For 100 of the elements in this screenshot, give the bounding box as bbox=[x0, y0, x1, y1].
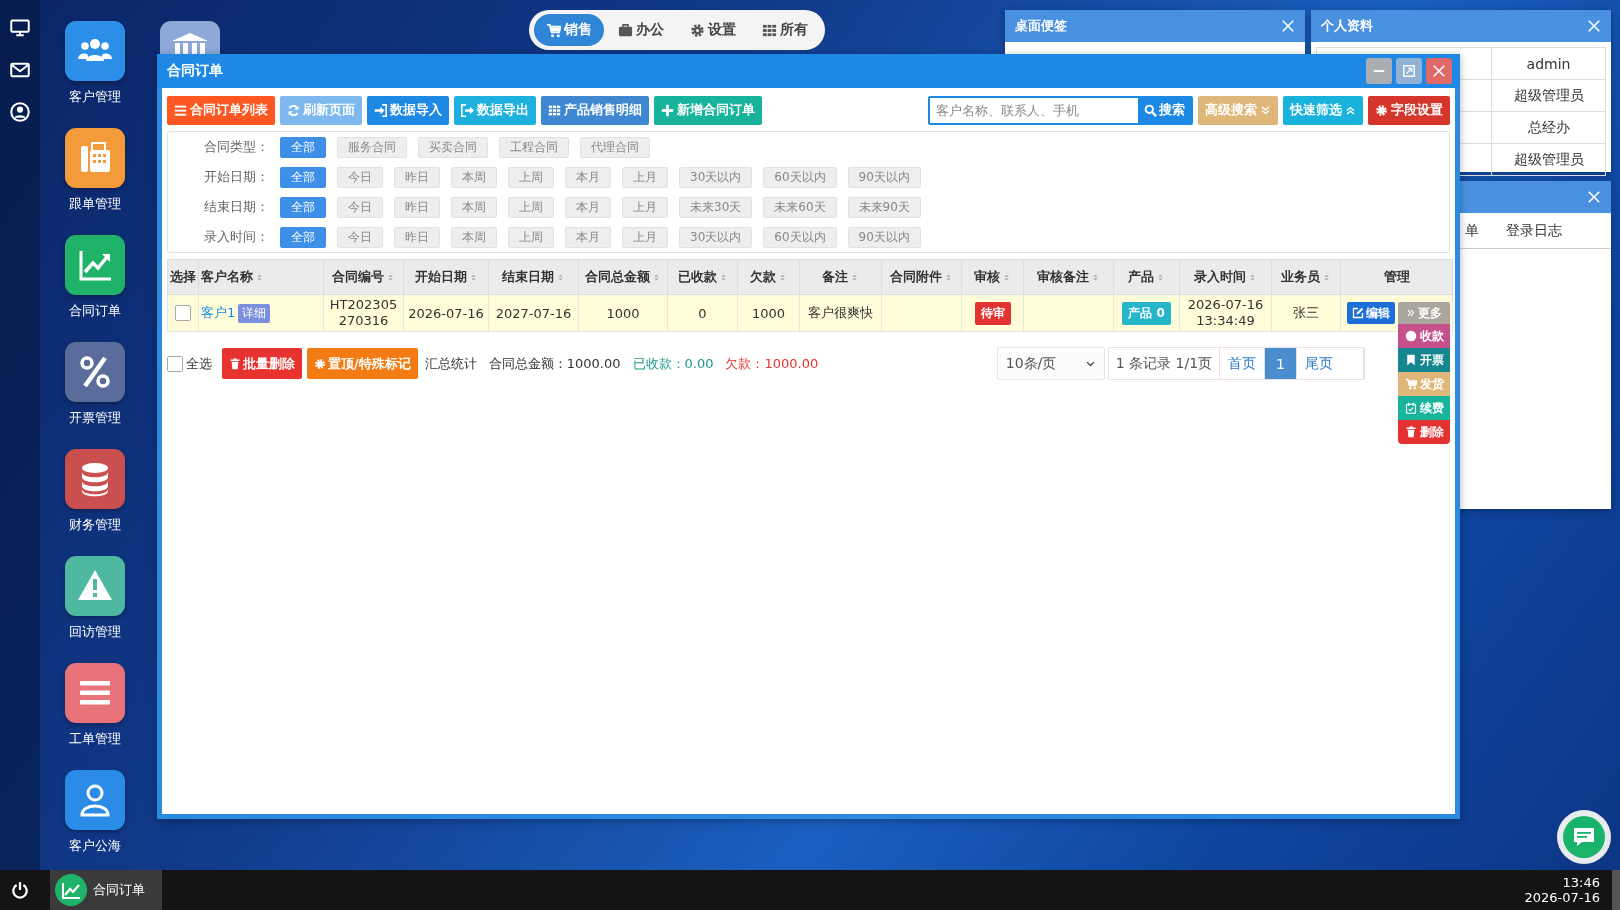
chat-button[interactable] bbox=[1557, 810, 1611, 864]
filter-option[interactable]: 全部 bbox=[280, 166, 326, 188]
filter-option[interactable]: 30天以内 bbox=[679, 166, 753, 188]
app-tile[interactable] bbox=[65, 342, 125, 402]
app-label[interactable]: 合同订单 bbox=[69, 302, 121, 320]
checkbox[interactable] bbox=[167, 355, 183, 372]
menu-tab[interactable]: 办公 bbox=[606, 14, 676, 46]
filter-option[interactable]: 未来30天 bbox=[679, 196, 753, 218]
filter-option[interactable]: 本周 bbox=[451, 166, 497, 188]
app-label[interactable]: 财务管理 bbox=[69, 516, 121, 534]
filter-option[interactable]: 未来90天 bbox=[847, 196, 921, 218]
filter-option[interactable]: 本周 bbox=[451, 226, 497, 248]
page-size-select[interactable]: 10条/页 bbox=[996, 347, 1105, 380]
app-tile[interactable] bbox=[160, 21, 220, 54]
app-label[interactable]: 客户公海 bbox=[69, 837, 121, 855]
filter-option[interactable]: 90天以内 bbox=[847, 226, 921, 248]
menu-item[interactable]: 开票 bbox=[1398, 348, 1450, 372]
toolbar-button[interactable]: 快速筛选 bbox=[1283, 95, 1363, 125]
filter-option[interactable]: 未来60天 bbox=[763, 196, 837, 218]
toolbar-button[interactable]: 数据导出 bbox=[454, 95, 536, 125]
toolbar-button[interactable]: 合同订单列表 bbox=[167, 95, 275, 125]
mail-icon[interactable] bbox=[10, 60, 30, 80]
page-link[interactable]: 1 bbox=[1265, 348, 1297, 379]
toolbar-button[interactable]: 刷新页面 bbox=[280, 95, 362, 125]
filter-option[interactable]: 全部 bbox=[280, 136, 326, 158]
app-tile[interactable] bbox=[65, 21, 125, 81]
filter-option[interactable]: 30天以内 bbox=[679, 226, 753, 248]
filter-option[interactable]: 今日 bbox=[337, 196, 383, 218]
filter-option[interactable]: 本周 bbox=[451, 196, 497, 218]
filter-option[interactable]: 全部 bbox=[280, 196, 326, 218]
app-tile[interactable] bbox=[65, 128, 125, 188]
filter-option[interactable]: 今日 bbox=[337, 226, 383, 248]
detail-button[interactable]: 详细 bbox=[238, 303, 271, 323]
filter-option[interactable]: 本月 bbox=[565, 226, 611, 248]
footer-button[interactable]: 批量删除 bbox=[222, 348, 302, 379]
filter-option[interactable]: 上周 bbox=[508, 166, 554, 188]
filter-option[interactable]: 今日 bbox=[337, 166, 383, 188]
filter-option[interactable]: 昨日 bbox=[394, 226, 440, 248]
monitor-icon[interactable] bbox=[10, 18, 30, 38]
filter-option[interactable]: 买卖合同 bbox=[418, 136, 488, 158]
filter-option[interactable]: 上周 bbox=[508, 226, 554, 248]
filter-option[interactable]: 代理合同 bbox=[580, 136, 650, 158]
app-tile[interactable] bbox=[65, 663, 125, 723]
filter-option[interactable]: 昨日 bbox=[394, 166, 440, 188]
close-icon[interactable] bbox=[1281, 19, 1295, 33]
filter-option[interactable]: 上周 bbox=[508, 196, 554, 218]
toolbar-button[interactable]: 产品销售明细 bbox=[541, 95, 649, 125]
customer-link[interactable]: 客户1 bbox=[201, 304, 236, 320]
app-label[interactable]: 工单管理 bbox=[69, 730, 121, 748]
app-tile[interactable] bbox=[65, 556, 125, 616]
column-header[interactable]: 产品 bbox=[1128, 268, 1154, 286]
edit-button[interactable]: 编辑 bbox=[1347, 302, 1395, 324]
filter-option[interactable]: 昨日 bbox=[394, 196, 440, 218]
toolbar-button[interactable]: 字段设置 bbox=[1368, 95, 1450, 125]
app-tile[interactable] bbox=[65, 235, 125, 295]
filter-option[interactable]: 上月 bbox=[622, 166, 668, 188]
power-icon[interactable] bbox=[11, 881, 29, 899]
window-tab[interactable]: 登录日志 bbox=[1506, 222, 1562, 240]
filter-option[interactable]: 90天以内 bbox=[847, 166, 921, 188]
taskbar-item[interactable]: 合同订单 bbox=[50, 870, 162, 910]
menu-tab[interactable]: 所有 bbox=[750, 14, 820, 46]
column-header[interactable]: 备注 bbox=[822, 268, 848, 286]
filter-option[interactable]: 上月 bbox=[622, 226, 668, 248]
menu-item[interactable]: 删除 bbox=[1398, 420, 1450, 444]
toolbar-button[interactable]: 数据导入 bbox=[367, 95, 449, 125]
close-icon[interactable] bbox=[1587, 19, 1601, 33]
column-header[interactable]: 管理 bbox=[1383, 268, 1410, 286]
close-button[interactable] bbox=[1426, 58, 1452, 84]
app-tile[interactable] bbox=[65, 449, 125, 509]
more-button[interactable]: 更多 bbox=[1398, 302, 1450, 324]
footer-button[interactable]: 置顶/特殊标记 bbox=[307, 348, 418, 379]
search-button[interactable]: 搜索 bbox=[1138, 97, 1191, 123]
toolbar-button[interactable]: 高级搜索 bbox=[1198, 95, 1278, 125]
close-icon[interactable] bbox=[1587, 190, 1601, 204]
checkbox[interactable] bbox=[175, 305, 191, 322]
filter-option[interactable]: 60天以内 bbox=[763, 226, 837, 248]
app-label[interactable]: 回访管理 bbox=[69, 623, 121, 641]
user-icon[interactable] bbox=[10, 102, 30, 122]
product-button[interactable]: 产品 0 bbox=[1122, 301, 1171, 325]
checkbox-label[interactable]: 全选 bbox=[186, 354, 212, 373]
app-label[interactable]: 客户管理 bbox=[69, 88, 121, 106]
filter-option[interactable]: 本月 bbox=[565, 196, 611, 218]
filter-option[interactable]: 服务合同 bbox=[337, 136, 407, 158]
table-cell: 1000 bbox=[578, 294, 668, 332]
menu-item[interactable]: 发货 bbox=[1398, 372, 1450, 396]
window-tab[interactable]: 单 bbox=[1465, 222, 1479, 240]
app-label[interactable]: 开票管理 bbox=[69, 409, 121, 427]
filter-option[interactable]: 60天以内 bbox=[763, 166, 837, 188]
toolbar-button[interactable]: 新增合同订单 bbox=[654, 95, 762, 125]
app-tile[interactable] bbox=[65, 770, 125, 830]
app-label[interactable]: 跟单管理 bbox=[69, 195, 121, 213]
menu-item[interactable]: 收款 bbox=[1398, 324, 1450, 348]
menu-tab[interactable]: 设置 bbox=[678, 14, 748, 46]
filter-option[interactable]: 全部 bbox=[280, 226, 326, 248]
search-field[interactable]: 客户名称、联系人、手机 搜索 bbox=[928, 95, 1193, 125]
filter-option[interactable]: 本月 bbox=[565, 166, 611, 188]
menu-tab[interactable]: 销售 bbox=[534, 14, 604, 46]
menu-item[interactable]: 续费 bbox=[1398, 396, 1450, 420]
filter-option[interactable]: 上月 bbox=[622, 196, 668, 218]
filter-option[interactable]: 工程合同 bbox=[499, 136, 569, 158]
